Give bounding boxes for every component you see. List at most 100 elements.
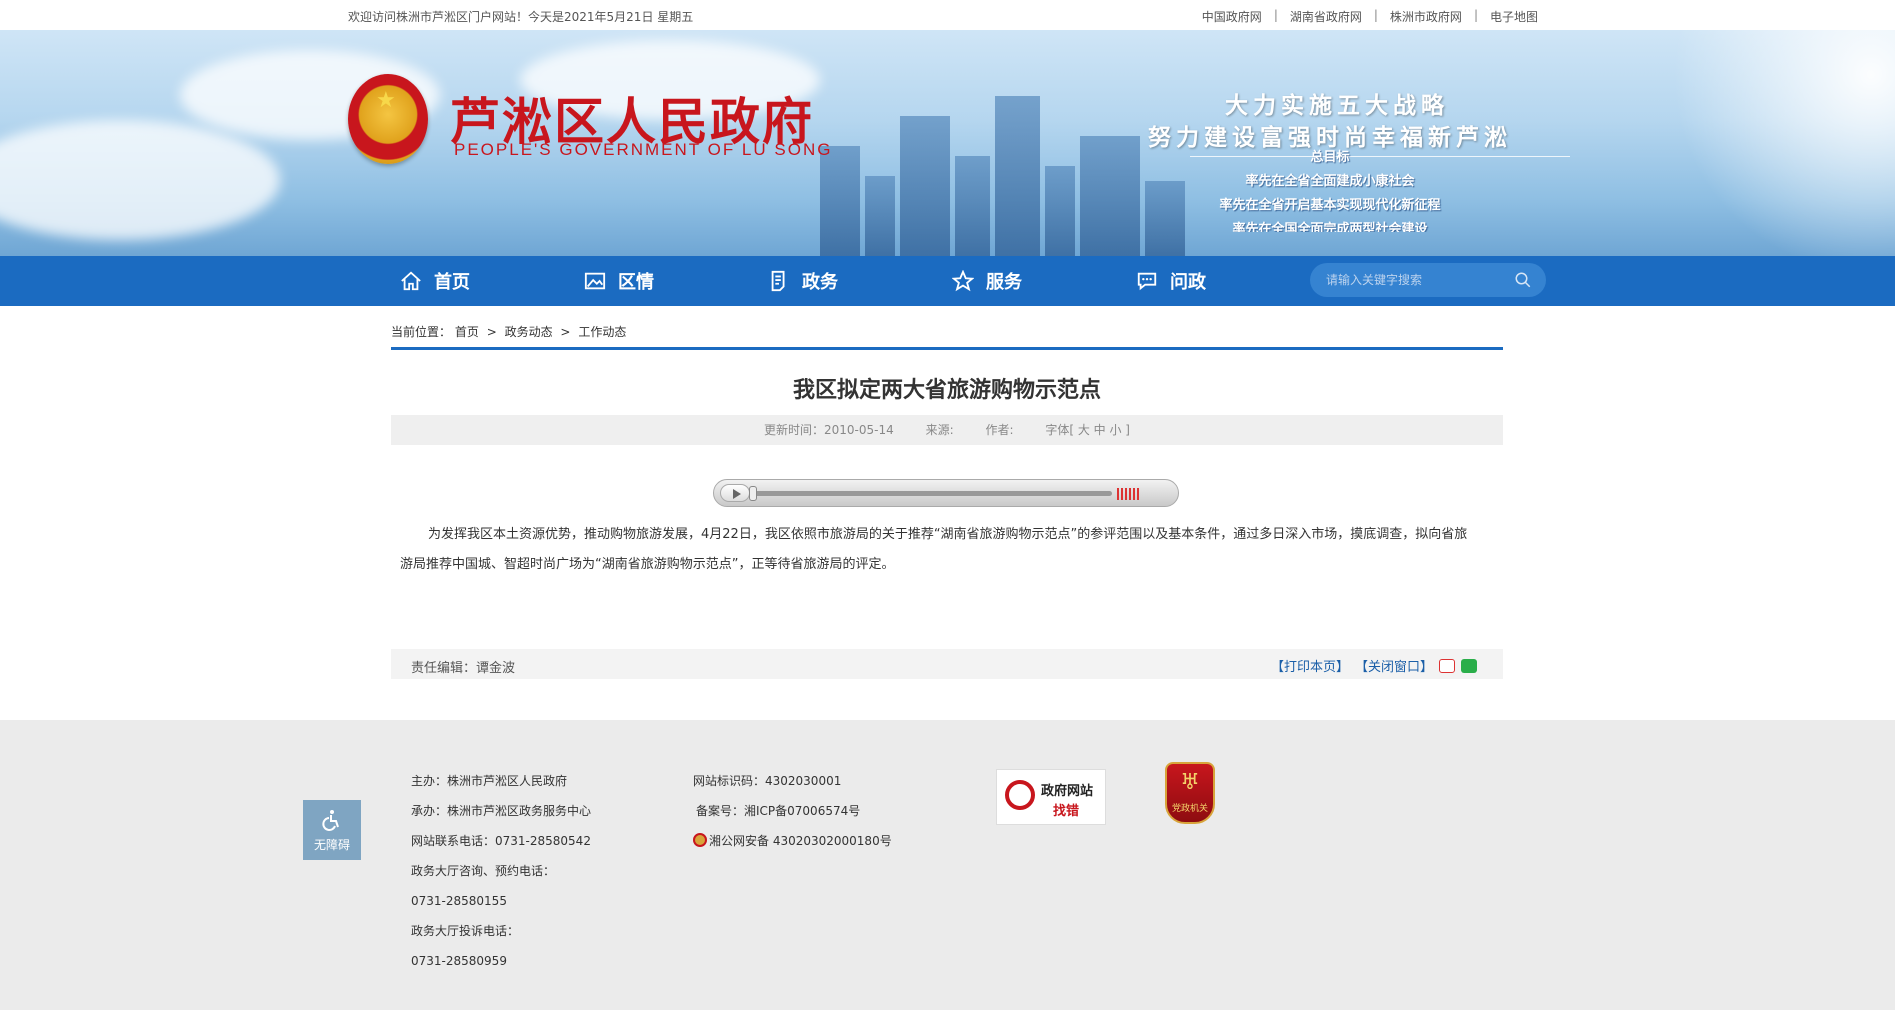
search-box xyxy=(1310,263,1546,297)
content-top-rule xyxy=(391,347,1503,350)
police-badge-icon xyxy=(693,833,707,847)
nav-label: 区情 xyxy=(618,272,654,293)
breadcrumb-gov-news[interactable]: 政务动态 xyxy=(505,325,553,339)
editor-bar: 责任编辑：谭金波 【打印本页】 【关闭窗口】 xyxy=(391,649,1503,679)
top-links: 中国政府网 | 湖南省政府网 | 株洲市政府网 | 电子地图 xyxy=(1202,8,1538,25)
article-actions: 【打印本页】 【关闭窗口】 xyxy=(1271,656,1477,675)
update-time: 更新时间：2010-05-14 xyxy=(764,423,894,437)
author-label: 作者: xyxy=(985,423,1014,437)
site-subtitle: PEOPLE'S GOVERNMENT OF LU SONG xyxy=(454,140,833,159)
nav-government-affairs[interactable]: 政务 xyxy=(768,256,838,306)
nav-inquiry[interactable]: 问政 xyxy=(1136,256,1206,306)
nav-label: 服务 xyxy=(986,272,1022,293)
audio-player xyxy=(713,479,1179,507)
welcome-text: 欢迎访问株洲市芦淞区门户网站！今天是2021年5月21日 星期五 xyxy=(348,10,694,24)
footer-hall-consult-label: 政务大厅咨询、预约电话： xyxy=(411,864,556,878)
wheelchair-icon xyxy=(322,810,339,831)
icp-record: 备案号：湘ICP备07006574号 xyxy=(696,804,861,818)
chat-icon xyxy=(1137,272,1157,291)
responsible-editor: 责任编辑：谭金波 xyxy=(411,661,516,676)
nav-label: 政务 xyxy=(802,272,838,293)
article-title: 我区拟定两大省旅游购物示范点 xyxy=(792,378,1101,403)
find-error-line2: 找错 xyxy=(1053,804,1080,819)
progress-track[interactable] xyxy=(752,491,1112,496)
star-icon: ★ xyxy=(376,88,396,113)
footer-contact-phone: 网站联系电话：0731-28580542 xyxy=(411,834,591,848)
police-record[interactable]: 湘公网安备 43020302000180号 xyxy=(709,834,892,848)
wechat-share-icon[interactable] xyxy=(1461,658,1477,673)
goal-item: 率先在全省开启基本实现现代化新征程 xyxy=(1219,198,1441,213)
breadcrumb-separator: > xyxy=(560,325,571,339)
weibo-share-icon[interactable] xyxy=(1439,658,1455,673)
party-gov-badge[interactable]: ♅ 党政机关 xyxy=(1165,762,1215,824)
star-outline-icon xyxy=(952,270,974,292)
nav-label: 问政 xyxy=(1170,272,1206,293)
party-emblem-icon: ♅ xyxy=(1180,770,1200,795)
footer-hall-consult-phone: 0731-28580155 xyxy=(411,894,507,908)
footer-hall-complaint-phone: 0731-28580959 xyxy=(411,954,507,968)
separator: | xyxy=(1473,8,1478,22)
breadcrumb-prefix: 当前位置： xyxy=(391,325,452,339)
city-skyline xyxy=(1145,181,1185,256)
font-size-switch[interactable]: 字体[ 大 中 小 ] xyxy=(1045,423,1130,437)
header-banner: ★ 芦淞区人民政府 PEOPLE'S GOVERNMENT OF LU SONG… xyxy=(0,30,1895,256)
footer-organizer: 承办：株洲市芦淞区政务服务中心 xyxy=(411,804,592,818)
article-meta: 更新时间：2010-05-14 来源: 作者: 字体[ 大 中 小 ] xyxy=(391,415,1503,445)
breadcrumb-home[interactable]: 首页 xyxy=(455,325,479,339)
progress-handle[interactable] xyxy=(749,486,757,501)
nav-services[interactable]: 服务 xyxy=(952,256,1022,306)
footer-sponsor: 主办：株洲市芦淞区人民政府 xyxy=(411,774,568,788)
city-skyline xyxy=(1080,136,1140,256)
close-window-link[interactable]: 【关闭窗口】 xyxy=(1355,656,1433,675)
find-error-line1: 政府网站 xyxy=(1041,784,1094,799)
link-china-gov[interactable]: 中国政府网 xyxy=(1202,8,1262,25)
goal-heading: 总目标 xyxy=(1310,150,1350,165)
nav-home[interactable]: 首页 xyxy=(400,256,470,306)
picture-icon xyxy=(584,272,606,290)
home-icon xyxy=(401,271,421,291)
goal-item: 率先在全国全面完成两型社会建设 xyxy=(1232,222,1428,232)
search-input[interactable] xyxy=(1326,271,1506,289)
nav-district-info[interactable]: 区情 xyxy=(584,256,654,306)
footer-info-col1: 主办：株洲市芦淞区人民政府 承办：株洲市芦淞区政务服务中心 网站联系电话：073… xyxy=(411,766,591,976)
goals-list: 总目标 率先在全省全面建成小康社会 率先在全省开启基本实现现代化新征程 率先在全… xyxy=(1190,146,1470,232)
city-skyline xyxy=(995,96,1040,256)
top-bar: 欢迎访问株洲市芦淞区门户网站！今天是2021年5月21日 星期五 中国政府网 |… xyxy=(0,0,1895,30)
national-emblem: ★ xyxy=(348,74,428,164)
breadcrumb-separator: > xyxy=(486,325,497,339)
document-icon xyxy=(771,270,785,292)
sun-glow xyxy=(1655,30,1895,256)
link-e-map[interactable]: 电子地图 xyxy=(1490,8,1538,25)
article-body: 为发挥我区本土资源优势，推动购物旅游发展，4月22日，我区依照市旅游局的关于推荐… xyxy=(400,527,1468,572)
breadcrumb: 当前位置： 首页 > 政务动态 > 工作动态 xyxy=(391,323,626,340)
city-skyline xyxy=(955,156,990,256)
nav-label: 首页 xyxy=(434,272,470,293)
party-badge-label: 党政机关 xyxy=(1171,804,1208,814)
link-hunan-gov[interactable]: 湖南省政府网 xyxy=(1290,8,1362,25)
print-page-link[interactable]: 【打印本页】 xyxy=(1271,656,1349,675)
cloud-decoration xyxy=(0,120,280,240)
city-skyline xyxy=(820,146,860,256)
city-skyline xyxy=(865,176,895,256)
footer: 无障碍 主办：株洲市芦淞区人民政府 承办：株洲市芦淞区政务服务中心 网站联系电话… xyxy=(0,720,1895,1010)
separator: | xyxy=(1373,8,1378,22)
police-record-row: 湘公网安备 43020302000180号 xyxy=(693,826,892,856)
city-skyline xyxy=(900,116,950,256)
breadcrumb-work-news[interactable]: 工作动态 xyxy=(578,325,626,339)
footer-hall-complaint-label: 政务大厅投诉电话： xyxy=(411,924,520,938)
accessibility-button[interactable]: 无障碍 xyxy=(303,800,361,860)
goal-item: 率先在全省全面建成小康社会 xyxy=(1245,174,1415,189)
separator: | xyxy=(1273,8,1278,22)
magnifier-icon xyxy=(1005,780,1035,810)
source-label: 来源: xyxy=(925,423,954,437)
main-nav: 首页 区情 政务 服务 问政 xyxy=(0,256,1895,306)
city-skyline xyxy=(1045,166,1075,256)
gov-site-find-error[interactable]: 政府网站 找错 xyxy=(996,769,1106,825)
play-button[interactable] xyxy=(720,484,750,502)
search-icon[interactable] xyxy=(1514,271,1532,289)
volume-icon[interactable] xyxy=(1117,488,1141,500)
link-zhuzhou-gov[interactable]: 株洲市政府网 xyxy=(1390,8,1462,25)
footer-info-col2: 网站标识码：4302030001 备案号：湘ICP备07006574号 湘公网安… xyxy=(693,766,892,856)
slogan-line-1: 大力实施五大战略 xyxy=(1225,92,1449,119)
site-code: 网站标识码：4302030001 xyxy=(693,774,842,788)
